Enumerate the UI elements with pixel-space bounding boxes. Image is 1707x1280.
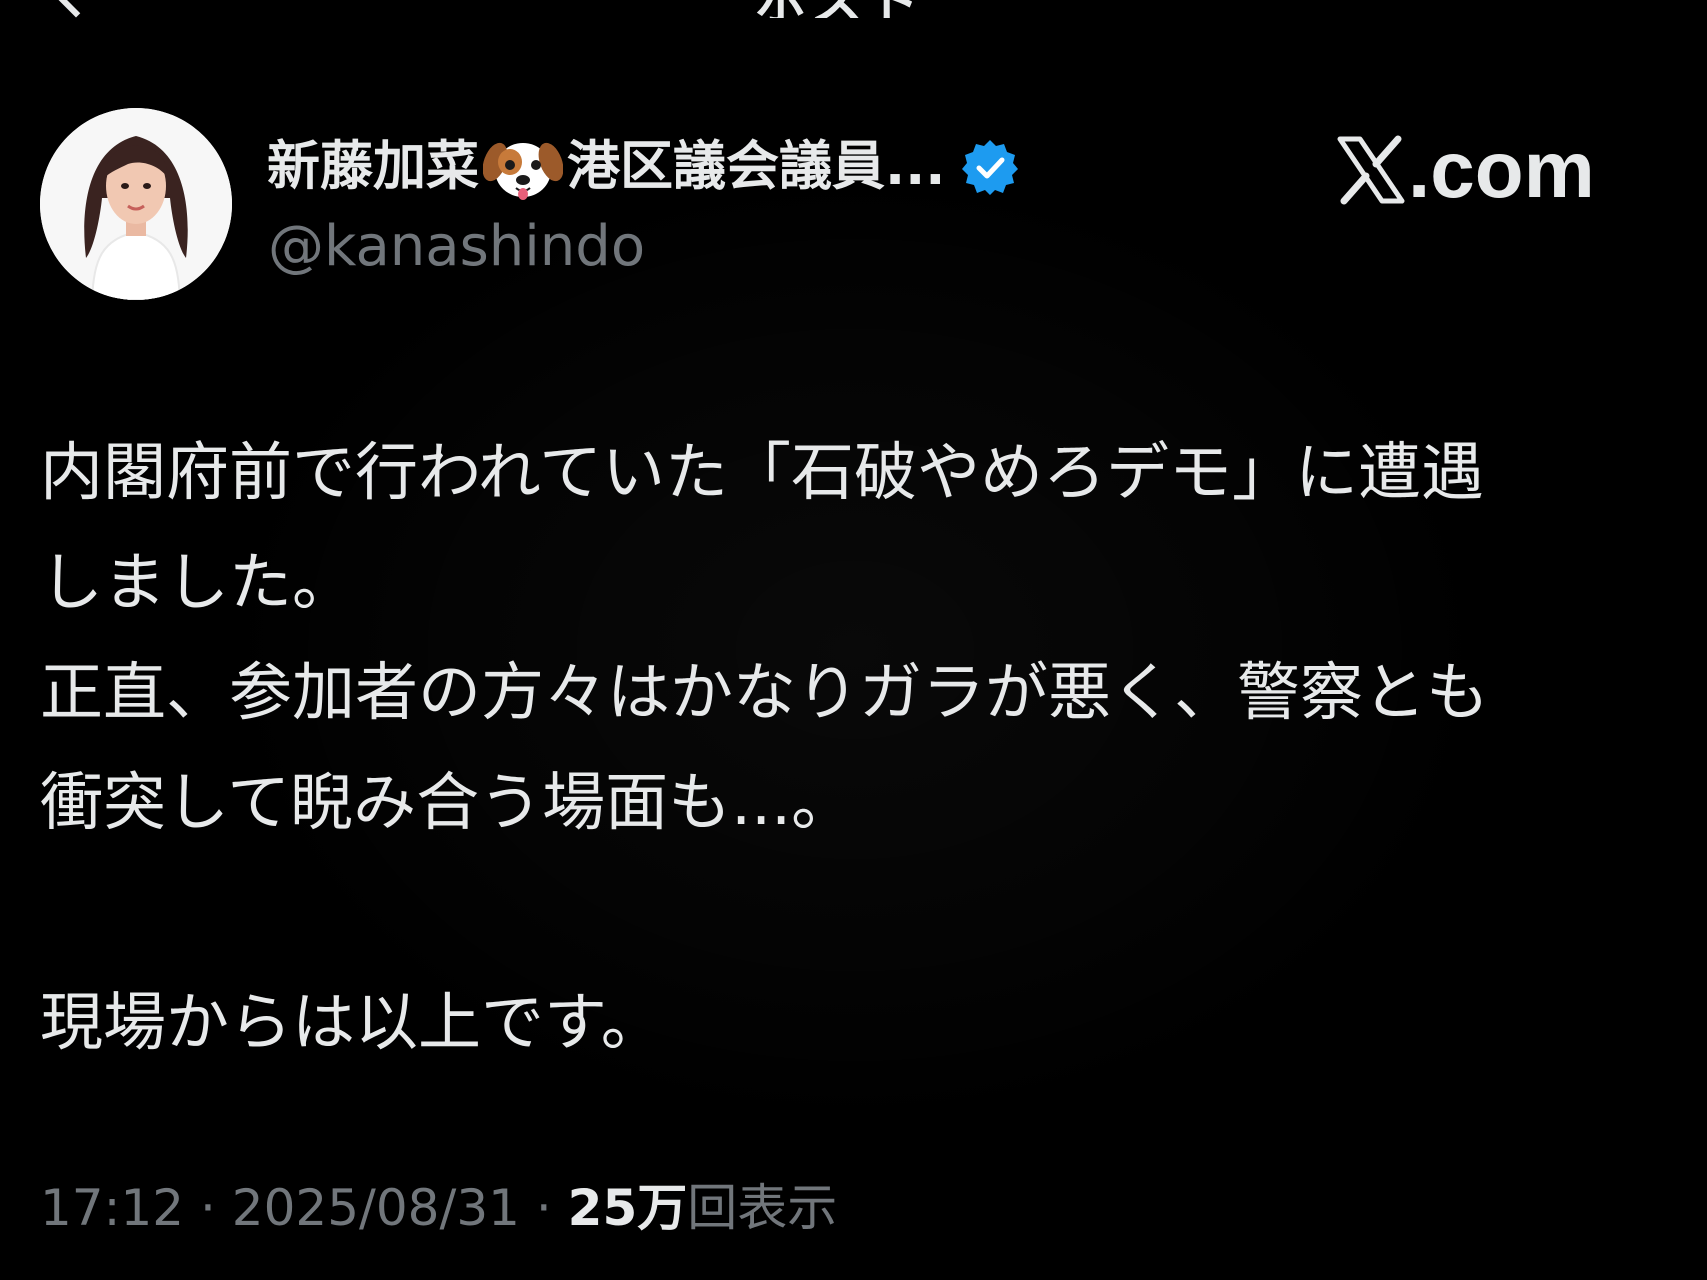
author-name-suffix[interactable]: 港区議会議員...	[567, 132, 945, 202]
tweet-text: 内閣府前で行われていた「石破やめろデモ」に遭遇 しました。 正直、参加者の方々は…	[40, 418, 1660, 1078]
author-name-row[interactable]: 新藤加菜 港区議会議員...	[267, 132, 1019, 202]
tweet-metadata: 17:12 · 2025/08/31 · 25万回表示	[40, 1178, 837, 1238]
page-title: ポスト	[755, 0, 923, 18]
author-handle[interactable]: @kanashindo	[268, 212, 645, 282]
tweet-line: 正直、参加者の方々はかなりガラが悪く、警察とも	[40, 656, 1489, 729]
views-label[interactable]: 回表示	[687, 1179, 837, 1237]
chevron-left-icon[interactable]	[50, 0, 102, 18]
meta-separator: ·	[519, 1179, 568, 1237]
dog-face-icon	[482, 132, 564, 202]
tweet-line: 現場からは以上です。	[40, 986, 664, 1059]
author-display-name[interactable]: 新藤加菜	[267, 132, 479, 202]
top-navigation-bar: ポスト	[0, 0, 1707, 18]
x-com-text: .com	[1408, 125, 1595, 214]
tweet-date[interactable]: 2025/08/31	[232, 1179, 520, 1237]
meta-separator: ·	[184, 1179, 232, 1237]
tweet-line: 衝突して睨み合う場面も...。	[40, 766, 855, 839]
profile-photo-icon	[40, 108, 232, 300]
x-logo-icon	[1336, 135, 1406, 205]
tweet-line: 内閣府前で行われていた「石破やめろデモ」に遭遇	[40, 436, 1484, 509]
tweet-time[interactable]: 17:12	[40, 1179, 184, 1237]
tweet-line: しました。	[40, 546, 355, 619]
x-com-watermark: .com	[1336, 125, 1595, 215]
avatar[interactable]	[40, 108, 232, 300]
views-count[interactable]: 25万	[568, 1179, 688, 1237]
verified-badge-icon[interactable]	[961, 138, 1019, 196]
